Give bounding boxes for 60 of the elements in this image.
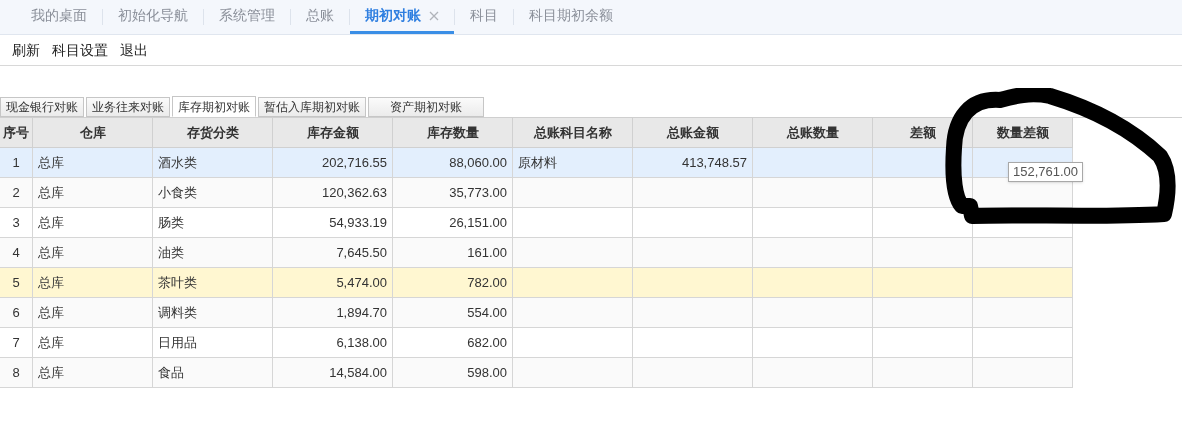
table-cell-text: 6,138.00 [336,333,387,352]
table-cell-text: 6 [12,303,20,322]
sub-tab[interactable]: 暂估入库期初对账 [258,97,366,117]
table-cell-text: 413,748.57 [681,153,747,172]
table-row[interactable]: 7 总库 日用品 6,138.00 682.00 [0,328,1073,358]
table-cell-text: 总库 [38,333,64,352]
table-cell-text: 1,894.70 [336,303,387,322]
table-cell-text: 202,716.55 [321,153,387,172]
table-cell-text: 88,060.00 [449,153,507,172]
toolbar-button[interactable]: 退出 [120,39,148,61]
table-cell-text: 酒水类 [158,153,197,172]
table-cell-text: 5,474.00 [336,273,387,292]
table-row[interactable]: 6 总库 调料类 1,894.70 554.00 [0,298,1073,328]
table-cell-text: 总库 [38,153,64,172]
toolbar-button[interactable]: 刷新 [12,39,40,61]
table-cell-text: 茶叶类 [158,273,197,292]
table-cell-text: 161.00 [467,243,507,262]
table-cell-text: 682.00 [467,333,507,352]
table-row[interactable]: 4 总库 油类 7,645.50 161.00 [0,238,1073,268]
table-cell-text: 总库 [38,183,64,202]
table-cell-text: 7 [12,333,20,352]
table-row[interactable]: 2 总库 小食类 120,362.63 35,773.00 [0,178,1073,208]
table-cell-text: 2 [12,183,20,202]
table-cell-text: 调料类 [158,303,197,322]
table-cell-text: 3 [12,213,20,232]
toolbar-button[interactable]: 科目设置 [52,39,108,61]
table-cell-text: 4 [12,243,20,262]
table-cell-text: 1 [12,153,20,172]
sub-tab[interactable]: 库存期初对账 [172,96,256,117]
table-cell-text: 食品 [158,363,184,382]
sub-tab[interactable]: 现金银行对账 [0,97,84,117]
table-row[interactable]: 3 总库 肠类 54,933.19 26,151.00 [0,208,1073,238]
table-cell-text: 总库 [38,213,64,232]
table-cell-text: 总库 [38,303,64,322]
table-cell-text: 总库 [38,363,64,382]
table-cell-text: 120,362.63 [321,183,387,202]
table-cell-text: 35,773.00 [449,183,507,202]
table-cell-text: 14,584.00 [329,363,387,382]
table-cell-text: 5 [12,273,20,292]
table-cell-text: 26,151.00 [449,213,507,232]
table-cell-text: 肠类 [158,213,184,232]
table-row[interactable]: 5 总库 茶叶类 5,474.00 782.00 [0,268,1073,298]
table-cell-text: 总库 [38,273,64,292]
sub-tab[interactable]: 资产期初对账 [368,97,484,117]
table-cell-text: 7,645.50 [336,243,387,262]
close-icon[interactable] [429,10,439,21]
table-cell-text: 554.00 [467,303,507,322]
table-cell-text: 598.00 [467,363,507,382]
table-cell-text: 总库 [38,243,64,262]
table-cell-text: 小食类 [158,183,197,202]
table-row[interactable]: 8 总库 食品 14,584.00 598.00 [0,358,1073,388]
table-cell-text: 782.00 [467,273,507,292]
table-cell-text: 油类 [158,243,184,262]
table-cell-text: 原材料 [518,153,557,172]
sub-tab[interactable]: 业务往来对账 [86,97,170,117]
tooltip: 152,761.00 [1008,162,1084,182]
table-cell-text: 日用品 [158,333,197,352]
tab[interactable]: 期初对账 [350,0,454,34]
table-cell-text: 54,933.19 [329,213,387,232]
table-cell-text: 8 [12,363,20,382]
